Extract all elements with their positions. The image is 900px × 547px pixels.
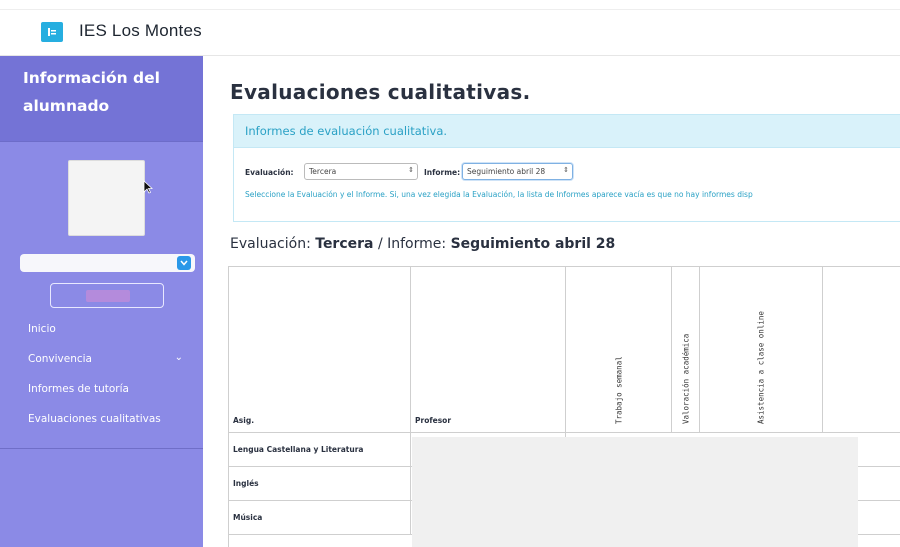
subtitle-eval-prefix: Evaluación:: [230, 236, 311, 252]
student-select[interactable]: [20, 254, 195, 272]
table-header-asistencia-online: Asistencia a clase online: [700, 267, 823, 433]
redacted-area: [412, 437, 858, 547]
filter-panel: Evaluación: Tercera ⇕ Informe: Seguimien…: [233, 148, 900, 222]
subject-cell: Lengua Castellana y Literatura: [229, 433, 411, 467]
header-label: Asistencia a clase online: [756, 311, 766, 424]
subtitle-separator: /: [377, 236, 383, 252]
sidebar-title: Información del alumnado: [23, 69, 160, 115]
updown-arrows-icon: ⇕: [563, 166, 569, 174]
chevron-down-icon[interactable]: [177, 256, 191, 270]
sidebar-item-evaluaciones-cualitativas[interactable]: Evaluaciones cualitativas: [0, 404, 203, 434]
app-title[interactable]: IES Los Montes: [79, 21, 202, 41]
table-header-profesor: Profesor: [411, 267, 566, 433]
sidebar-item-label: Inicio: [28, 323, 56, 335]
evaluacion-label: Evaluación:: [245, 168, 294, 177]
panel-title: Informes de evaluación cualitativa.: [245, 124, 448, 138]
subtitle-informe-value: Seguimiento abril 28: [450, 236, 616, 252]
table-header-asig: Asig.: [229, 267, 411, 433]
table-header-valoracion-academica: Valoración académica: [672, 267, 700, 433]
panel-heading: Informes de evaluación cualitativa.: [233, 114, 900, 148]
evaluacion-select[interactable]: Tercera ⇕: [304, 163, 418, 180]
sidebar-item-inicio[interactable]: Inicio: [0, 314, 203, 344]
top-strip: [0, 0, 900, 10]
sidebar-divider: [0, 448, 203, 449]
informe-label: Informe:: [424, 168, 461, 177]
student-photo: [68, 160, 145, 236]
header-label: Valoración académica: [681, 333, 690, 424]
table-header-more: [823, 267, 900, 433]
sidebar-item-label: Evaluaciones cualitativas: [28, 413, 161, 425]
evaluacion-select-value: Tercera: [309, 167, 337, 176]
header-label: Asig.: [233, 416, 255, 425]
subtitle-eval-value: Tercera: [315, 236, 374, 252]
subtitle-informe-prefix: Informe:: [387, 236, 447, 252]
sidebar-header: Información del alumnado: [0, 56, 203, 142]
subject-cell: Música: [229, 501, 411, 535]
top-navbar: IES Los Montes: [0, 0, 900, 56]
sidebar-item-convivencia[interactable]: Convivencia ⌄: [0, 344, 203, 374]
sidebar-nav: Inicio Convivencia ⌄ Informes de tutoría …: [0, 314, 203, 434]
header-label: Profesor: [415, 416, 452, 425]
mouse-cursor-icon: [143, 180, 153, 194]
sidebar-item-informes-tutoria[interactable]: Informes de tutoría: [0, 374, 203, 404]
informe-select-value: Seguimiento abril 28: [467, 167, 546, 176]
report-subtitle: Evaluación: Tercera / Informe: Seguimien…: [230, 236, 615, 252]
chevron-down-icon: ⌄: [174, 352, 183, 363]
header-label: Trabajo semanal: [614, 356, 623, 424]
student-action-button-label: [86, 290, 130, 302]
sidebar-item-label: Convivencia: [28, 353, 92, 365]
school-logo-icon[interactable]: [41, 22, 63, 42]
updown-arrows-icon: ⇕: [408, 166, 414, 174]
table-header-trabajo-semanal: Trabajo semanal: [566, 267, 672, 433]
sidebar-item-label: Informes de tutoría: [28, 383, 129, 395]
informe-select[interactable]: Seguimiento abril 28 ⇕: [462, 163, 573, 180]
help-text: Seleccione la Evaluación y el Informe. S…: [245, 190, 753, 199]
sidebar: Información del alumnado Inicio Conviven…: [0, 56, 203, 547]
subject-cell: Inglés: [229, 467, 411, 501]
page-title: Evaluaciones cualitativas.: [230, 80, 531, 104]
